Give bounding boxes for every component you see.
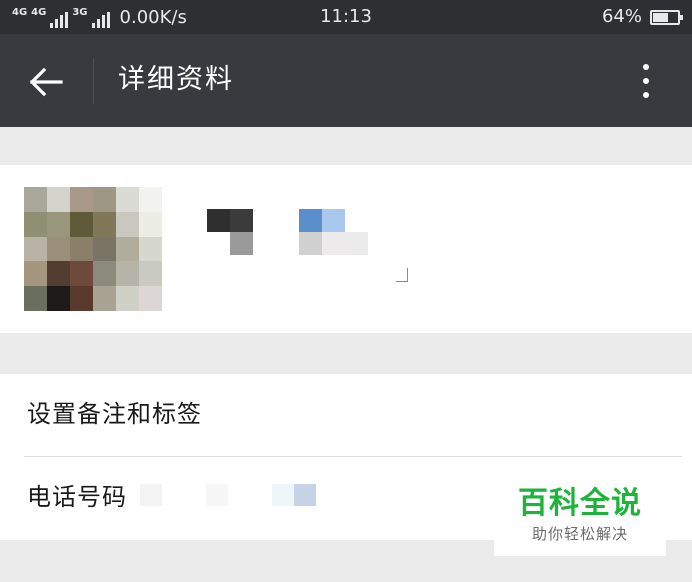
profile-card[interactable]: [0, 165, 692, 333]
set-remark-label: 设置备注和标签: [27, 400, 202, 428]
battery-icon: [650, 9, 683, 25]
profile-subtext-mark: [396, 268, 408, 282]
more-options-button[interactable]: [622, 56, 670, 106]
watermark-title: 百科全说: [518, 486, 642, 521]
phone-number-value-pixelated: [140, 484, 316, 506]
avatar[interactable]: [24, 187, 162, 311]
status-time: 11:13: [320, 6, 372, 27]
app-bar: 详细资料: [0, 34, 692, 127]
phone-number-label: 电话号码: [27, 483, 127, 511]
watermark-subtitle: 助你轻松解决: [531, 525, 628, 543]
battery-status: 64%: [601, 6, 683, 28]
profile-name-pixelated: [207, 209, 368, 255]
app-bar-divider: [93, 58, 94, 104]
battery-fill: [653, 12, 669, 22]
battery-percent: 64%: [601, 6, 642, 27]
back-button[interactable]: [22, 58, 70, 106]
page-title: 详细资料: [118, 64, 234, 95]
arrow-left-icon: [29, 67, 63, 97]
set-remark-row[interactable]: 设置备注和标签: [0, 374, 692, 457]
more-vertical-icon: [643, 64, 649, 70]
status-bar: 4G 4G 3G 0.00K/s 11:13 64%: [0, 0, 692, 34]
watermark-logo: 百科全说 助你轻松解决: [494, 475, 666, 556]
